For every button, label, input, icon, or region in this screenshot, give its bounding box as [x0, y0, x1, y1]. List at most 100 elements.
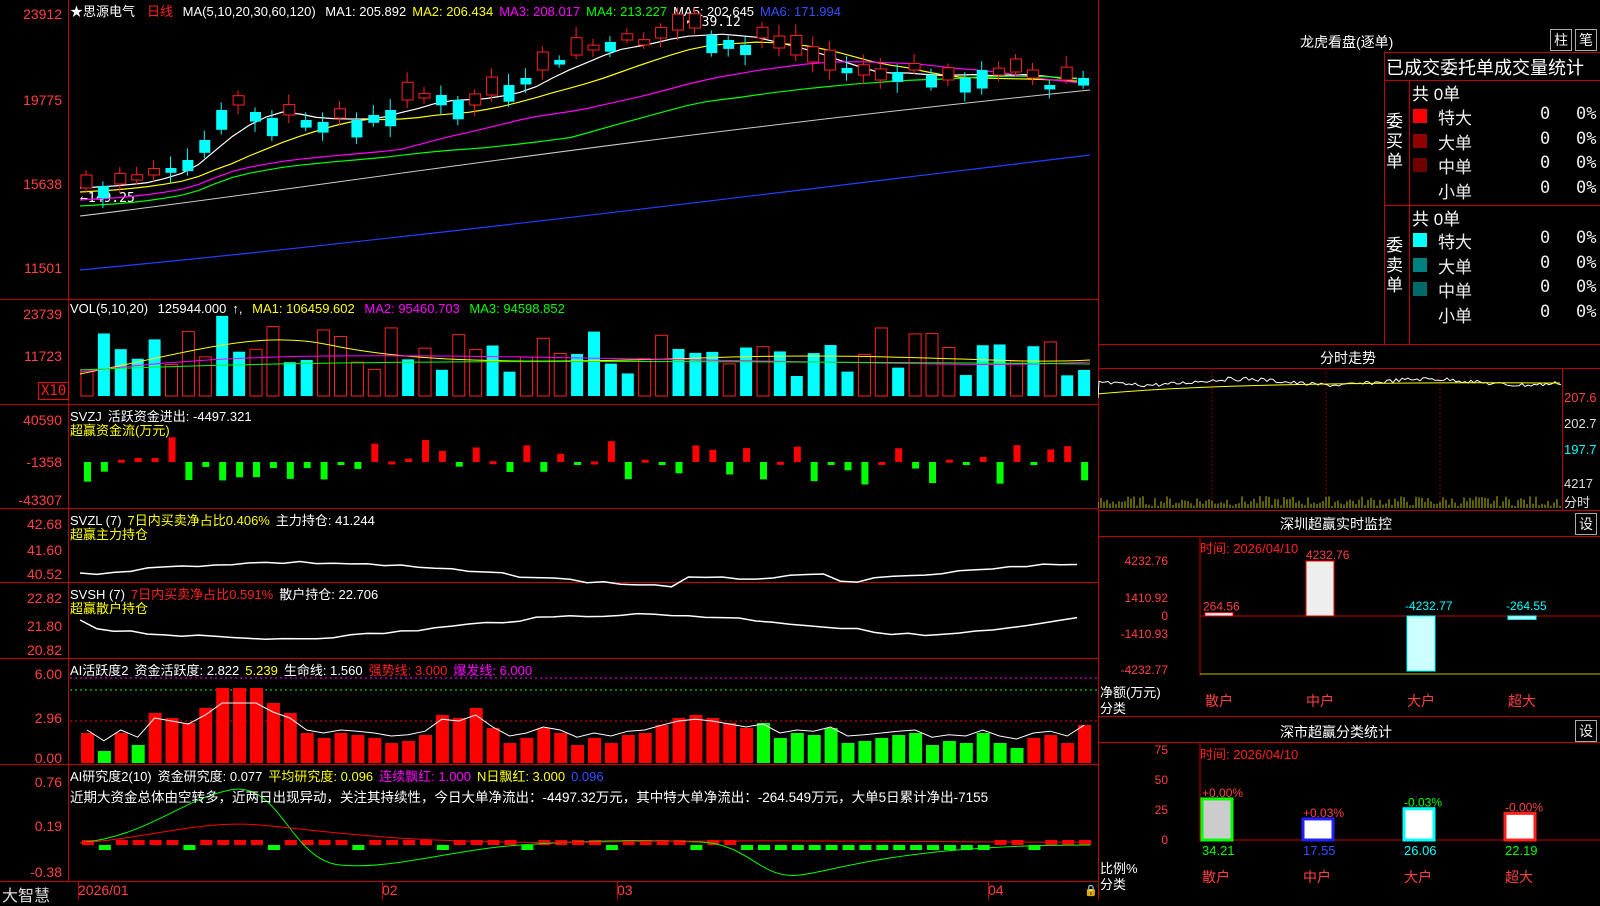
lhb-row-pct: 0% [1576, 128, 1597, 149]
candle-body [435, 95, 447, 106]
svzj-bar [134, 457, 142, 462]
ai2-bar [183, 845, 196, 850]
fenshi-chart[interactable] [1098, 368, 1562, 510]
ai1-bar [554, 733, 568, 763]
ai1-bar [148, 713, 162, 763]
ai1-bar [740, 728, 754, 763]
monitor-cat: 大户 [1407, 693, 1435, 709]
monitor-ylabel: 1410.92 [1125, 591, 1169, 605]
ai2-bar [910, 845, 923, 850]
ai1-bar [97, 751, 111, 763]
ai1-bar [1044, 735, 1058, 763]
lhb-left-border [1384, 52, 1385, 344]
volume-bar [503, 371, 516, 396]
candle-body [638, 39, 651, 46]
lhb-row-value: 0 [1540, 104, 1551, 124]
ai2-bar [386, 840, 399, 845]
lhb-row-name: 中单 [1438, 158, 1472, 178]
svzl-line [79, 560, 1078, 588]
classify-settings-button[interactable]: 设 [1575, 720, 1597, 742]
lhb-row-name: 小单 [1438, 306, 1472, 327]
lhb-row-value: 0 [1540, 252, 1551, 273]
ai1-bar [672, 718, 686, 763]
candle-body [452, 100, 464, 120]
ai1-bar [419, 735, 432, 763]
fenshi-unit: 分时 [1564, 495, 1591, 510]
lhb-row-value: 0 [1540, 277, 1551, 297]
candle-body [182, 160, 194, 172]
bar-mode-button[interactable]: 柱 [1550, 29, 1572, 51]
ai1-bar [351, 735, 365, 763]
ai2-bar [335, 840, 348, 845]
svzj-bar [895, 448, 903, 462]
candle-body [317, 122, 329, 133]
ai1-bar [824, 728, 838, 763]
svzj-bar [540, 462, 548, 472]
svzj-bar [168, 437, 176, 462]
ai1-bar [892, 735, 906, 763]
candle-body [401, 81, 414, 101]
ai1-bar [1061, 743, 1075, 763]
ai2-bar [791, 845, 804, 850]
ai2-comment: 近期大资金总体由空转多，近两日出现异动，关注其持续性，今日大单净流出：-4497… [70, 790, 989, 805]
fenshi-ylabel: 202.7 [1564, 416, 1597, 431]
candle-body [351, 120, 363, 138]
sell-label: 委卖单 [1386, 236, 1403, 295]
volume-bar [1061, 375, 1074, 396]
svzj-bar [675, 462, 683, 474]
monitor-bar-label: -4232.77 [1405, 599, 1453, 613]
candle-body [604, 42, 616, 52]
ai2-bar [217, 840, 230, 845]
svzj-ylabel: -43307 [18, 492, 62, 508]
svzj-bar [607, 441, 615, 462]
legend-swatch [1413, 133, 1427, 148]
xaxis-label: 03 [617, 882, 633, 898]
ai2-bar [893, 845, 906, 850]
volume-bar [1027, 346, 1040, 396]
xaxis-tick [617, 882, 618, 900]
fenshi-title: 分时走势 [1320, 350, 1376, 366]
volume-bar [807, 353, 820, 396]
volume-bar [283, 362, 296, 396]
monitor-settings-button[interactable]: 设 [1575, 513, 1597, 535]
ai2-bar [352, 845, 365, 850]
volume-bar [925, 333, 939, 397]
ai1-bar [588, 738, 601, 763]
lock-icon[interactable]: 🔒 [1084, 884, 1098, 897]
vol-ylabel: 23739 [23, 306, 62, 322]
ai2-bar [842, 845, 855, 850]
lhb-row-name: 特大 [1438, 109, 1472, 129]
lhb-row-name: 大单 [1438, 257, 1472, 278]
monitor-bar-label: 4232.76 [1306, 548, 1350, 562]
svzj-bar [151, 458, 159, 462]
ai2-bar [284, 840, 297, 845]
svzj-bar [286, 462, 294, 479]
fenshi-ylabel: 207.6 [1564, 390, 1597, 405]
candle-body [672, 13, 684, 31]
ai1-bar [1010, 748, 1024, 763]
ai2-bar [774, 845, 787, 850]
svzj-bar [202, 462, 210, 467]
svzj-bar [776, 461, 784, 465]
candle-body [536, 51, 549, 71]
svsh-ylabel: 21.80 [26, 618, 62, 634]
legend-swatch [1413, 257, 1427, 272]
volume-bar [706, 351, 719, 396]
volume-bar [402, 359, 415, 396]
ai1-bar [537, 728, 551, 763]
svzj-bar [574, 462, 582, 465]
candle-body [892, 72, 904, 82]
candle-body [874, 68, 887, 81]
ai1-bar [216, 688, 230, 763]
svzj-bar [438, 450, 446, 462]
volume-bar [1010, 360, 1023, 397]
tick-mode-button[interactable]: 笔 [1575, 29, 1597, 51]
volume-bar [976, 345, 989, 396]
monitor-ylabel: 0 [1161, 609, 1168, 623]
ai1-bar [503, 743, 517, 763]
candle-body [503, 85, 515, 102]
main-chart-svg[interactable] [0, 0, 1098, 882]
classify-title: 深市超赢分类统计 [1280, 724, 1392, 740]
fenshi-ylabel: 197.7 [1564, 442, 1597, 457]
svzj-bar [658, 462, 666, 465]
